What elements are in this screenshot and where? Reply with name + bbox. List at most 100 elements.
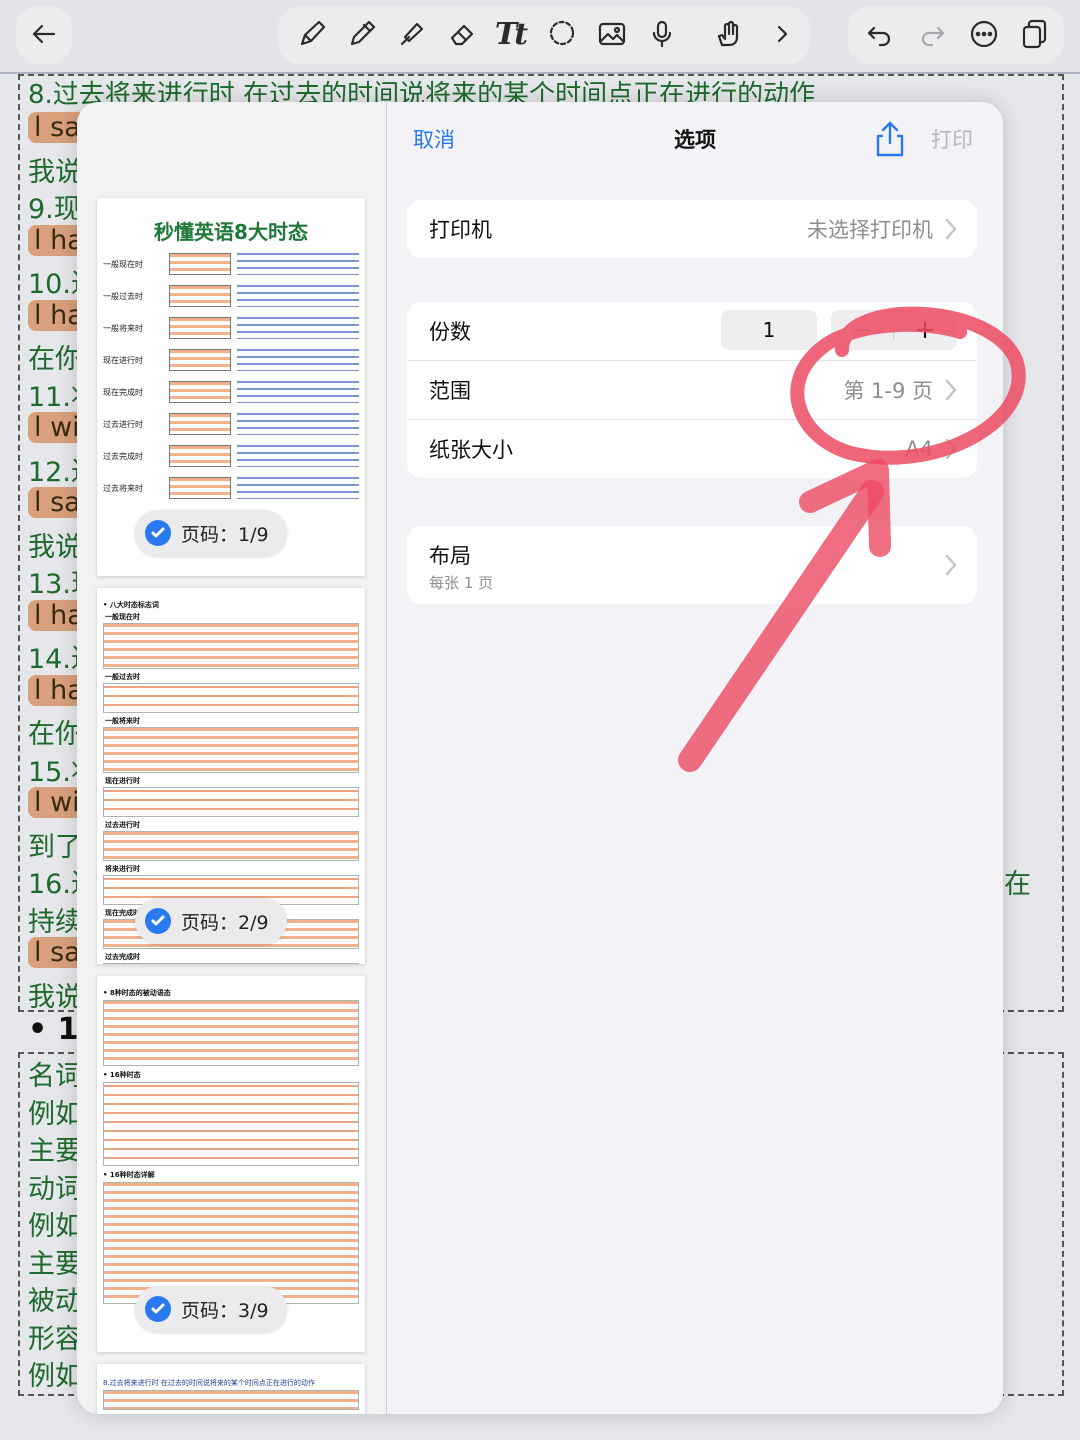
image-icon[interactable] [592, 14, 632, 54]
preview-formula [169, 285, 231, 307]
preview-block [103, 623, 359, 669]
preview-row: 一般现在时 [103, 251, 359, 277]
range-row[interactable]: 范围 第 1-9 页 [407, 360, 977, 419]
range-value: 第 1-9 页 [843, 379, 933, 403]
preview-row: 过去进行时 [103, 411, 359, 437]
preview-row-label: 现在完成时 [103, 387, 143, 397]
preview-section-label: 一般将来时 [105, 717, 140, 725]
page-preview-4[interactable]: 8.过去将来进行时 在过去的时间说将来的某个时间点正在进行的动作 [97, 1364, 365, 1414]
layout-subtitle: 每张 1 页 [429, 574, 494, 592]
preview-row-label: 一般现在时 [103, 259, 143, 269]
document-line: 形容 [28, 1323, 82, 1355]
pages-icon[interactable] [1014, 14, 1054, 54]
copies-value[interactable]: 1 [721, 310, 817, 350]
preview-row-label: 过去将来时 [103, 483, 143, 493]
preview-formula [169, 317, 231, 339]
decrement-button[interactable]: − [831, 310, 893, 350]
preview-line: 8.过去将来进行时 在过去的时间说将来的某个时间点正在进行的动作 [103, 1379, 315, 1387]
page-preview-pane[interactable]: 秒懂英语8大时态 一般现在时 一般过去时 一般将来时 现在进行时 现在完成时 过去进行时过… [77, 102, 387, 1414]
preview-section-label: 一般过去时 [105, 673, 140, 681]
lasso-icon[interactable] [542, 14, 582, 54]
printer-value: 未选择打印机 [807, 218, 933, 242]
preview-block [103, 787, 359, 817]
copies-label: 份数 [429, 320, 471, 344]
document-line-text: 我说 [28, 981, 82, 1013]
preview-section-label: 过去完成时 [105, 953, 140, 961]
preview-section-label: 现在进行时 [105, 777, 140, 785]
preview-example [237, 349, 359, 371]
document-line: 持续 [28, 900, 82, 939]
preview-example [237, 253, 359, 275]
preview-block [103, 1390, 359, 1410]
highlighter-icon[interactable] [392, 14, 432, 54]
gesture-hand-icon[interactable] [708, 14, 748, 54]
options-pane: 取消 选项 打印 打印机 未选择打印机 份数 1 − + 范围 第 1-9 页 … [387, 102, 1003, 1414]
document-line-text: 持续 [28, 906, 82, 938]
preview-block [103, 963, 359, 964]
preview-formula [169, 381, 231, 403]
preview-row: 一般将来时 [103, 315, 359, 341]
page-badge-label: 页码：2/9 [181, 911, 269, 934]
preview-heading: • 八大时态标志词 [103, 601, 159, 609]
chevron-right-icon[interactable] [762, 14, 802, 54]
increment-button[interactable]: + [894, 310, 956, 350]
document-line: 名词 [28, 1061, 82, 1092]
pencil-icon[interactable] [342, 14, 382, 54]
preview-row-label: 一般过去时 [103, 291, 143, 301]
range-label: 范围 [429, 379, 471, 403]
preview-row: 现在进行时 [103, 347, 359, 373]
preview-block [103, 1082, 359, 1166]
preview-title: 秒懂英语8大时态 [154, 220, 308, 244]
checkmark-icon [145, 908, 171, 934]
eraser-icon[interactable] [442, 14, 482, 54]
print-button[interactable]: 打印 [931, 124, 973, 154]
options-title: 选项 [674, 128, 716, 152]
document-line-text: 到了 [28, 831, 82, 863]
document-bullet: • 1 [28, 1012, 79, 1047]
text-tool-icon[interactable]: Tt [490, 14, 530, 54]
share-icon[interactable] [873, 120, 907, 158]
document-line: 主要 [28, 1136, 82, 1167]
undo-icon[interactable] [860, 14, 900, 54]
chevron-right-icon [945, 218, 957, 240]
preview-example [237, 413, 359, 435]
preview-heading: • 16种时态 [103, 1071, 141, 1079]
chevron-right-icon [945, 554, 957, 576]
document-line: 到了 [28, 825, 82, 864]
copies-stepper: − + [831, 310, 957, 350]
paper-size-value: A4 [905, 437, 933, 461]
preview-example [237, 445, 359, 467]
more-icon[interactable] [964, 14, 1004, 54]
preview-row: 一般过去时 [103, 283, 359, 309]
document-line-text: 我说 [28, 156, 82, 188]
text-tool-label: Tt [494, 16, 528, 52]
checkmark-icon [145, 520, 171, 546]
print-options-sheet: 秒懂英语8大时态 一般现在时 一般过去时 一般将来时 现在进行时 现在完成时 过去进行时过… [77, 102, 1003, 1414]
preview-section-label: 一般现在时 [105, 613, 140, 621]
document-line: 我说 [28, 150, 82, 189]
chevron-right-icon [945, 438, 957, 460]
checkmark-icon [145, 1296, 171, 1322]
redo-icon[interactable] [912, 14, 952, 54]
layout-label: 布局 [429, 544, 471, 568]
page-badge-label: 页码：3/9 [181, 1299, 269, 1322]
layout-row[interactable]: 布局 每张 1 页 [407, 526, 977, 604]
preview-example [237, 381, 359, 403]
options-nav-bar: 取消 选项 打印 [387, 102, 1003, 178]
preview-formula [169, 253, 231, 275]
chevron-right-icon [945, 379, 957, 401]
paper-size-row[interactable]: 纸张大小 A4 [407, 419, 977, 478]
preview-example [237, 477, 359, 499]
microphone-icon[interactable] [642, 14, 682, 54]
pen-icon[interactable] [292, 14, 332, 54]
preview-example [237, 285, 359, 307]
arrow-left-icon[interactable] [24, 14, 64, 54]
preview-row-label: 过去完成时 [103, 451, 143, 461]
preview-row: 过去完成时 [103, 443, 359, 469]
document-line-text: 在你 [28, 719, 82, 750]
preview-row: 过去将来时 [103, 475, 359, 501]
document-line: 例如 [28, 1361, 82, 1392]
printer-row[interactable]: 打印机 未选择打印机 [407, 200, 977, 258]
preview-heading: • 16种时态详解 [103, 1171, 155, 1179]
layout-group: 布局 每张 1 页 [407, 526, 977, 604]
